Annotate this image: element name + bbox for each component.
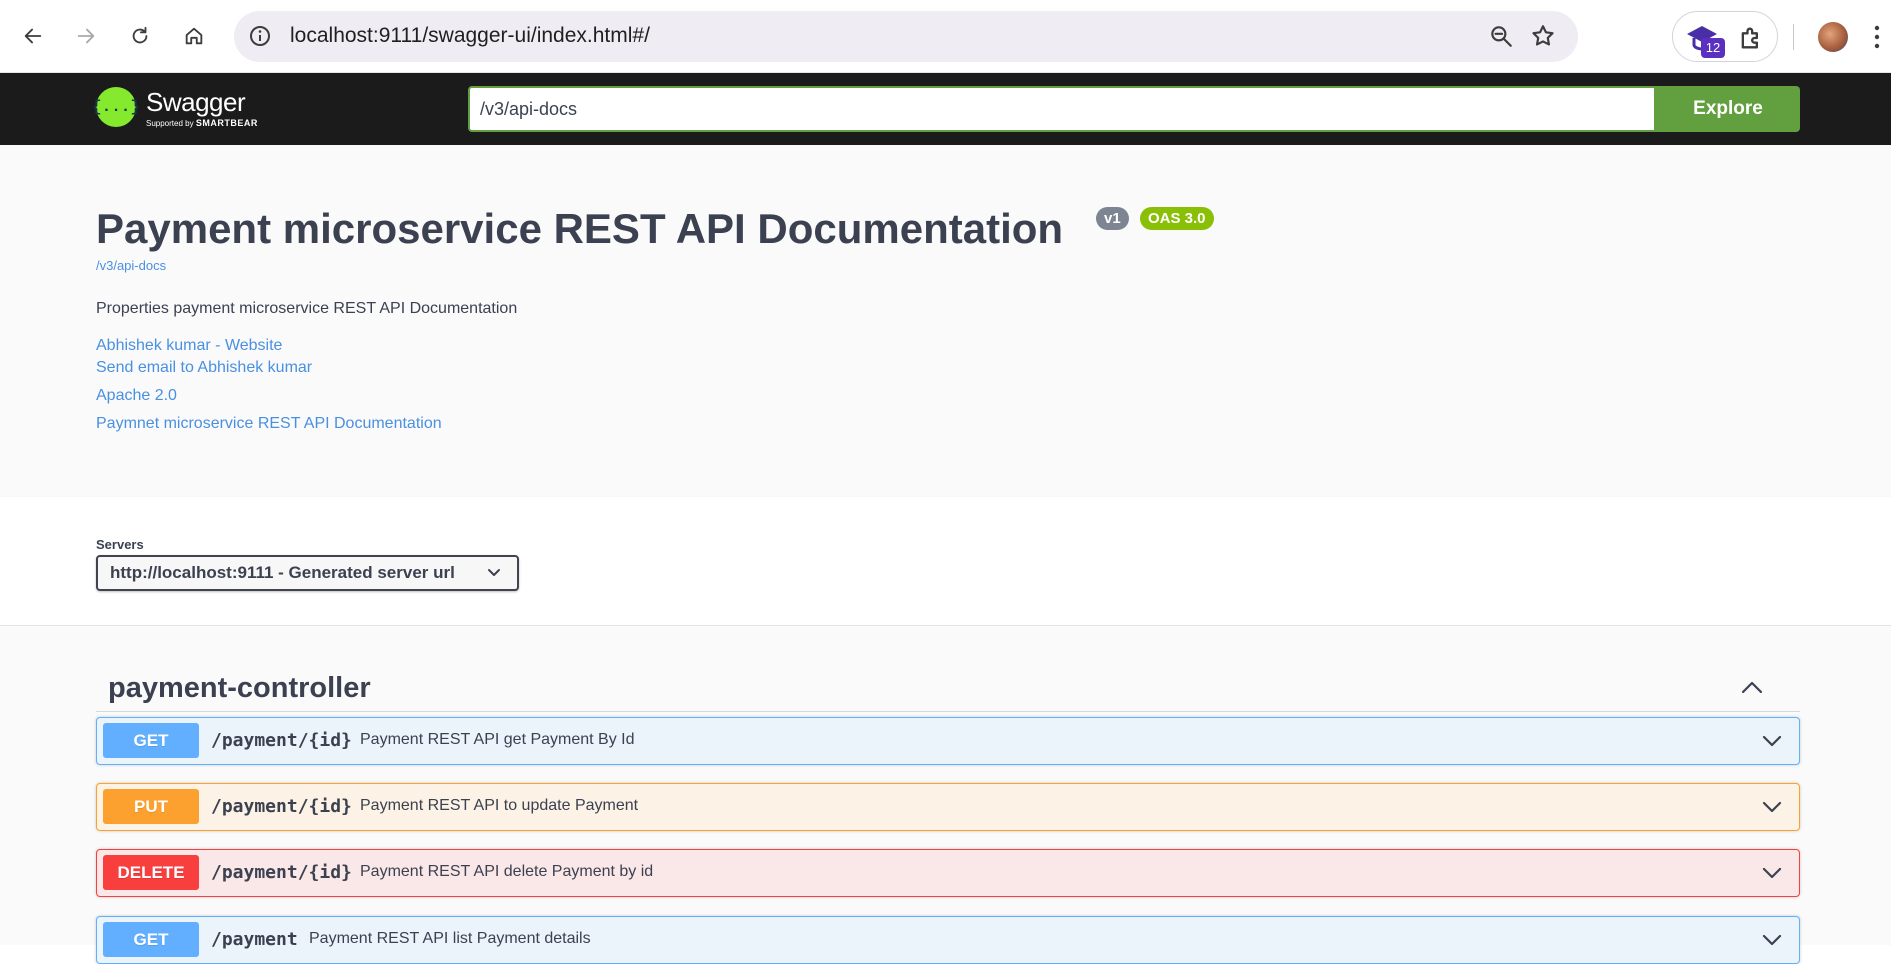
logo-sub-brand: SMARTBEAR bbox=[195, 118, 258, 128]
reload-button[interactable] bbox=[122, 18, 158, 54]
method-badge: PUT bbox=[103, 789, 199, 824]
tag-title: payment-controller bbox=[108, 672, 371, 704]
servers-section: Servers http://localhost:9111 - Generate… bbox=[0, 497, 1891, 626]
tag-header[interactable]: payment-controller bbox=[96, 656, 1800, 712]
swagger-logo[interactable]: {...} Swagger Supported by SMARTBEAR bbox=[92, 85, 276, 133]
explore-button[interactable]: Explore bbox=[1656, 86, 1800, 132]
chevron-down-icon[interactable] bbox=[1761, 799, 1783, 815]
contact-website-link[interactable]: Abhishek kumar - Website bbox=[96, 337, 282, 355]
operation-path: /payment/{id} bbox=[211, 862, 352, 883]
url-text: localhost:9111/swagger-ui/index.html#/ bbox=[290, 24, 650, 47]
operation-path: /payment bbox=[211, 929, 298, 950]
opblock-get-payment-list[interactable]: GET /payment Payment REST API list Payme… bbox=[96, 916, 1800, 964]
method-badge: DELETE bbox=[103, 855, 199, 890]
home-button[interactable] bbox=[176, 18, 212, 54]
method-badge: GET bbox=[103, 922, 199, 957]
forward-button[interactable] bbox=[68, 18, 104, 54]
chevron-down-icon[interactable] bbox=[1761, 865, 1783, 881]
contact-email-link[interactable]: Send email to Abhishek kumar bbox=[96, 359, 312, 377]
more-menu-icon[interactable] bbox=[1872, 22, 1882, 52]
site-info-icon[interactable] bbox=[248, 24, 272, 48]
operation-summary: Payment REST API list Payment details bbox=[309, 930, 591, 947]
arrow-right-icon bbox=[77, 28, 95, 44]
chevron-down-icon bbox=[488, 569, 500, 576]
servers-label: Servers bbox=[96, 537, 144, 552]
opblock-get-payment-by-id[interactable]: GET /payment/{id} Payment REST API get P… bbox=[96, 717, 1800, 765]
operation-path: /payment/{id} bbox=[211, 796, 352, 817]
operation-summary: Payment REST API delete Payment by id bbox=[360, 863, 654, 880]
bookmark-star-icon[interactable] bbox=[1530, 23, 1556, 49]
home-icon bbox=[185, 27, 203, 45]
api-description: Properties payment microservice REST API… bbox=[96, 300, 518, 317]
extension-badge: 12 bbox=[1701, 38, 1725, 58]
chevron-down-icon[interactable] bbox=[1761, 733, 1783, 749]
servers-dropdown[interactable]: http://localhost:9111 - Generated server… bbox=[96, 555, 519, 591]
swagger-logo-icon: {...} bbox=[92, 87, 140, 127]
method-badge: GET bbox=[103, 723, 199, 758]
operation-summary: Payment REST API get Payment By Id bbox=[360, 731, 635, 748]
swagger-logo-text: Swagger bbox=[146, 87, 246, 117]
profile-avatar[interactable] bbox=[1818, 22, 1848, 52]
opblock-put-payment[interactable]: PUT /payment/{id} Payment REST API to up… bbox=[96, 783, 1800, 831]
swagger-topbar: {...} Swagger Supported by SMARTBEAR /v3… bbox=[0, 73, 1891, 145]
operations-section: payment-controller GET /payment/{id} Pay… bbox=[0, 626, 1891, 964]
license-link[interactable]: Apache 2.0 bbox=[96, 387, 177, 405]
operation-path: /payment/{id} bbox=[211, 730, 352, 751]
browser-toolbar: localhost:9111/swagger-ui/index.html#/ 1… bbox=[0, 0, 1891, 73]
opblock-delete-payment[interactable]: DELETE /payment/{id} Payment REST API de… bbox=[96, 849, 1800, 897]
swagger-logo-sub: Supported by SMARTBEAR bbox=[146, 118, 258, 128]
extensions-group: 12 bbox=[1672, 11, 1778, 62]
logo-sub-prefix: Supported by bbox=[146, 119, 194, 128]
chevron-down-icon[interactable] bbox=[1761, 932, 1783, 948]
reload-icon bbox=[132, 26, 148, 44]
servers-selected-value: http://localhost:9111 - Generated server… bbox=[110, 563, 455, 582]
back-button[interactable] bbox=[15, 18, 51, 54]
version-badge: v1 bbox=[1096, 207, 1129, 230]
external-docs-link[interactable]: Paymnet microservice REST API Documentat… bbox=[96, 415, 442, 433]
info-section: Payment microservice REST API Documentat… bbox=[0, 145, 1891, 497]
oas-badge: OAS 3.0 bbox=[1140, 207, 1214, 230]
api-docs-url-input[interactable]: /v3/api-docs bbox=[468, 86, 1656, 132]
spec-url-link[interactable]: /v3/api-docs bbox=[96, 258, 166, 273]
operation-summary: Payment REST API to update Payment bbox=[360, 797, 639, 814]
page-title: Payment microservice REST API Documentat… bbox=[96, 205, 1064, 252]
address-bar[interactable]: localhost:9111/swagger-ui/index.html#/ bbox=[234, 11, 1578, 62]
puzzle-icon[interactable] bbox=[1737, 24, 1765, 52]
chevron-up-icon[interactable] bbox=[1740, 678, 1764, 696]
zoom-icon[interactable] bbox=[1488, 23, 1514, 49]
toolbar-divider bbox=[1793, 24, 1794, 50]
arrow-left-icon bbox=[24, 28, 42, 44]
